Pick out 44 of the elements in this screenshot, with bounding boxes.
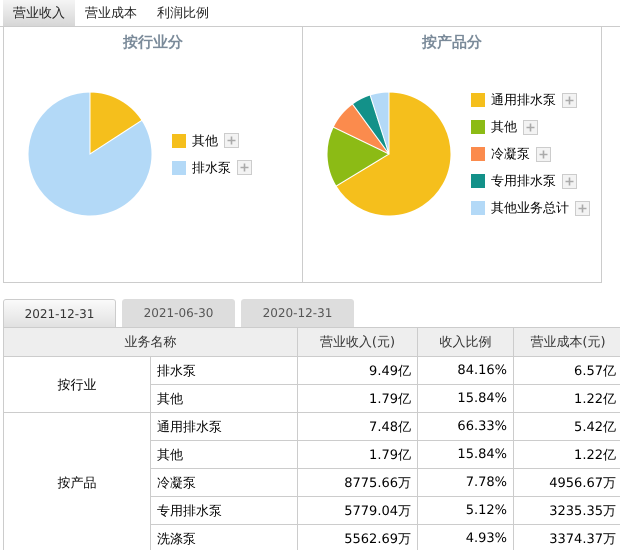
column-header: 业务名称 bbox=[4, 328, 298, 356]
table-cell: 84.16% bbox=[418, 356, 514, 384]
group-cell: 按行业 bbox=[4, 356, 150, 412]
legend-label: 其他 bbox=[491, 119, 517, 136]
table-cell: 15.84% bbox=[418, 384, 514, 412]
table-cell: 66.33% bbox=[418, 412, 514, 440]
table-cell: 7.48亿 bbox=[298, 412, 418, 440]
table-cell: 15.84% bbox=[418, 440, 514, 468]
expand-icon[interactable] bbox=[562, 92, 577, 108]
table-cell: 冷凝泵 bbox=[150, 468, 298, 496]
legend-label: 通用排水泵 bbox=[491, 92, 556, 109]
chart-title: 按产品分 bbox=[420, 33, 483, 52]
table-cell: 1.79亿 bbox=[298, 384, 418, 412]
legend-label: 其他 bbox=[192, 132, 218, 150]
table-cell: 通用排水泵 bbox=[150, 412, 298, 440]
table-cell: 8775.66万 bbox=[298, 468, 418, 496]
expand-icon[interactable] bbox=[237, 160, 252, 175]
legend-label: 其他业务总计 bbox=[491, 200, 569, 217]
table-cell: 1.79亿 bbox=[298, 440, 418, 468]
column-header: 营业成本(元) bbox=[514, 328, 620, 356]
expand-icon[interactable] bbox=[536, 146, 551, 162]
expand-icon[interactable] bbox=[562, 174, 577, 188]
tab[interactable]: 营业收入 bbox=[3, 0, 75, 26]
legend-label: 专用排水泵 bbox=[491, 173, 556, 190]
expand-icon[interactable] bbox=[523, 120, 538, 134]
column-header: 营业收入(元) bbox=[298, 328, 418, 356]
table-cell: 5779.04万 bbox=[298, 496, 418, 524]
date-tab[interactable]: 2021-12-31 bbox=[3, 299, 116, 327]
legend-label: 排水泵 bbox=[192, 160, 231, 176]
table-cell: 5.12% bbox=[418, 496, 514, 524]
table-cell: 排水泵 bbox=[150, 356, 298, 384]
table-cell: 9.49亿 bbox=[298, 356, 418, 384]
table-cell: 专用排水泵 bbox=[150, 496, 298, 524]
date-tab[interactable]: 2020-12-31 bbox=[241, 299, 354, 327]
column-header: 收入比例 bbox=[418, 328, 514, 356]
legend-label: 冷凝泵 bbox=[491, 146, 530, 163]
table-cell: 其他 bbox=[150, 384, 298, 412]
expand-icon[interactable] bbox=[224, 133, 239, 148]
group-cell: 按产品 bbox=[4, 412, 150, 550]
chart-title: 按行业分 bbox=[122, 33, 184, 52]
date-tab[interactable]: 2021-06-30 bbox=[122, 299, 235, 327]
table-cell: 其他 bbox=[150, 440, 298, 468]
expand-icon[interactable] bbox=[575, 200, 590, 216]
table-cell: 7.78% bbox=[418, 468, 514, 496]
